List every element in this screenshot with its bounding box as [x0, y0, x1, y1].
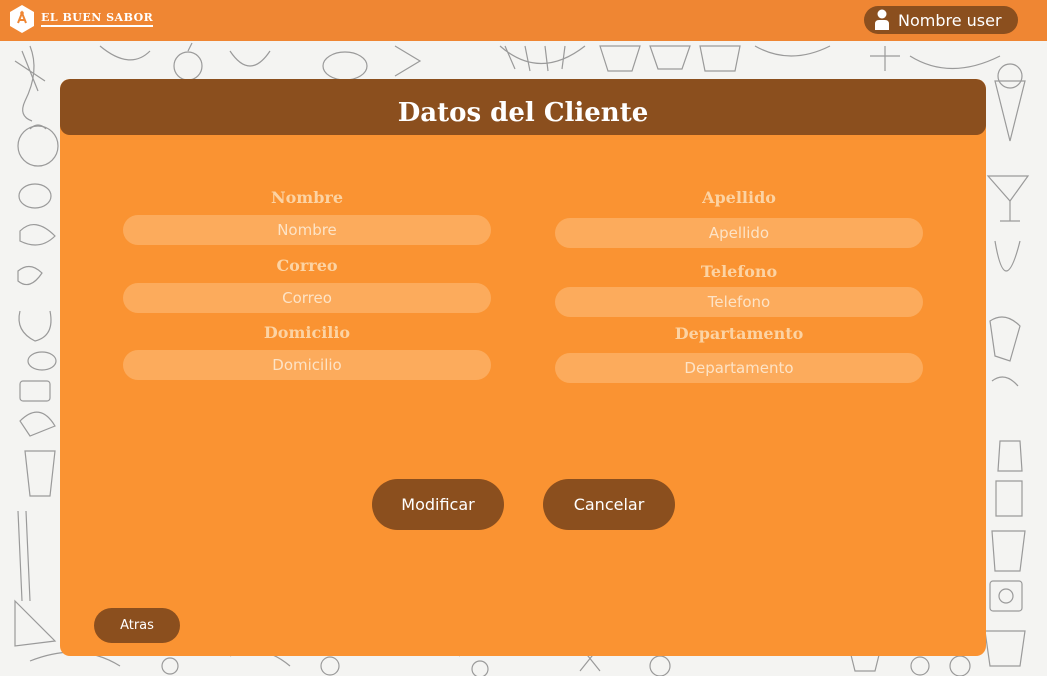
departamento-label: Departamento	[674, 324, 804, 343]
user-icon	[874, 9, 890, 31]
doodle-left	[14, 45, 59, 647]
domicilio-label: Domicilio	[263, 323, 351, 342]
chef-hat-icon	[9, 4, 35, 34]
apellido-label: Apellido	[702, 188, 776, 207]
doodle-top	[99, 42, 1001, 81]
correo-input[interactable]	[123, 283, 491, 313]
brand-name: EL BUEN SABOR	[41, 11, 154, 27]
departamento-input[interactable]	[555, 353, 923, 383]
top-navigation-bar: EL BUEN SABOR Nombre user	[0, 0, 1047, 41]
page-title: Datos del Cliente	[397, 97, 649, 128]
user-name-label: Nombre user	[898, 10, 1002, 30]
user-menu-button[interactable]: Nombre user	[864, 6, 1018, 34]
correo-label: Correo	[276, 256, 338, 275]
apellido-input[interactable]	[555, 218, 923, 248]
brand-logo[interactable]: EL BUEN SABOR	[9, 4, 154, 34]
nombre-label: Nombre	[270, 188, 344, 207]
doodle-right	[984, 63, 1030, 667]
cancelar-button[interactable]: Cancelar	[543, 479, 675, 530]
card-header: Datos del Cliente	[60, 79, 986, 135]
atras-button[interactable]: Atras	[94, 608, 180, 643]
nombre-input[interactable]	[123, 215, 491, 245]
client-data-card: Datos del Cliente Nombre Correo Domicili…	[60, 79, 986, 656]
modificar-button[interactable]: Modificar	[372, 479, 504, 530]
telefono-label: Telefono	[700, 262, 778, 281]
telefono-input[interactable]	[555, 287, 923, 317]
domicilio-input[interactable]	[123, 350, 491, 380]
